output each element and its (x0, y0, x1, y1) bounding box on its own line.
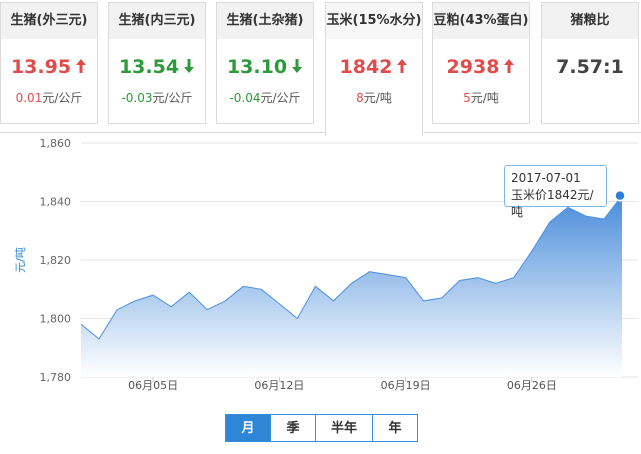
data-point (205, 308, 209, 312)
data-point (115, 308, 119, 312)
tooltip-text: 玉米价1842元/吨 (511, 188, 594, 219)
x-tick-label: 06月26日 (507, 379, 557, 392)
price-value: 13.10 (226, 56, 288, 78)
card-title: 生猪(土杂猪) (217, 3, 313, 39)
change-value: 5 (463, 91, 471, 105)
data-point (494, 281, 498, 285)
card-title: 猪粮比 (542, 3, 638, 39)
data-point (259, 287, 263, 291)
x-tick-label: 06月05日 (128, 379, 178, 392)
data-point (313, 284, 317, 288)
change-unit: 元/公斤 (42, 91, 83, 105)
card-value: 13.95 (1, 55, 97, 79)
card-change: -0.04元/公斤 (217, 89, 313, 106)
tab-quarter[interactable]: 季 (270, 414, 316, 442)
data-point (422, 299, 426, 303)
arrow-up-icon (76, 59, 87, 73)
data-point (223, 299, 227, 303)
data-point (133, 299, 137, 303)
card-hog-grain-ratio[interactable]: 猪粮比 7.57:1 (541, 2, 639, 124)
card-hog-external[interactable]: 生猪(外三元) 13.95 0.01元/公斤 (0, 2, 98, 124)
card-value: 7.57:1 (542, 55, 638, 79)
price-value: 13.95 (10, 56, 72, 78)
arrow-up-icon (397, 59, 408, 73)
price-value: 7.57:1 (556, 56, 624, 78)
card-soymeal[interactable]: 豆粕(43%蛋白) 2938 5元/吨 (432, 2, 530, 124)
change-unit: 元/吨 (470, 91, 499, 105)
data-point (187, 290, 191, 294)
y-tick-label: 1,840 (40, 196, 72, 209)
arrow-down-icon (292, 59, 303, 73)
data-point (350, 281, 354, 285)
data-point (602, 217, 606, 221)
card-value: 13.54 (109, 55, 205, 79)
card-title: 生猪(外三元) (1, 3, 97, 39)
data-point (295, 317, 299, 321)
y-tick-label: 1,800 (40, 313, 72, 326)
change-value: 0.01 (15, 91, 43, 105)
card-change: 8元/吨 (326, 89, 422, 106)
change-unit: 元/公斤 (260, 91, 301, 105)
data-point (331, 299, 335, 303)
y-tick-label: 1,780 (40, 371, 72, 384)
arrow-down-icon (184, 59, 195, 73)
card-change: -0.03元/公斤 (109, 89, 205, 106)
card-title: 生猪(内三元) (109, 3, 205, 39)
data-point (368, 270, 372, 274)
arrow-up-icon (504, 59, 515, 73)
data-point (241, 284, 245, 288)
chart-tooltip: 2017-07-01 玉米价1842元/吨 (504, 165, 607, 219)
tab-year[interactable]: 年 (372, 414, 418, 442)
change-value: -0.04 (229, 91, 261, 105)
data-point (458, 278, 462, 282)
card-hog-local[interactable]: 生猪(土杂猪) 13.10 -0.04元/公斤 (216, 2, 314, 124)
card-change: 5元/吨 (433, 89, 529, 106)
data-point (440, 296, 444, 300)
y-tick-label: 1,820 (40, 254, 72, 267)
data-point (512, 276, 516, 280)
card-value: 1842 (326, 55, 422, 79)
card-title: 玉米(15%水分) (326, 3, 422, 39)
data-point (169, 305, 173, 309)
change-unit: 元/吨 (363, 91, 392, 105)
card-corn[interactable]: 玉米(15%水分) 1842 8元/吨 (325, 2, 423, 136)
card-title: 豆粕(43%蛋白) (433, 3, 529, 39)
data-point (404, 276, 408, 280)
data-point (79, 322, 83, 326)
change-value: 8 (356, 91, 364, 105)
tab-half-year[interactable]: 半年 (315, 414, 373, 442)
series-area (81, 195, 622, 377)
data-point (277, 302, 281, 306)
x-tick-label: 06月19日 (381, 379, 431, 392)
y-axis-label: 元/吨 (14, 247, 27, 273)
tooltip-date: 2017-07-01 (511, 171, 581, 185)
data-point (151, 293, 155, 297)
data-point (386, 273, 390, 277)
price-cards-row: 生猪(外三元) 13.95 0.01元/公斤 生猪(内三元) 13.54 -0.… (0, 0, 641, 136)
data-point (476, 276, 480, 280)
change-unit: 元/公斤 (152, 91, 193, 105)
data-point (97, 337, 101, 341)
price-value: 1842 (339, 56, 393, 78)
card-change: 0.01元/公斤 (1, 89, 97, 106)
card-value: 13.10 (217, 55, 313, 79)
price-value: 2938 (446, 56, 500, 78)
price-value: 13.54 (118, 56, 180, 78)
tab-month[interactable]: 月 (225, 414, 271, 442)
x-tick-label: 06月12日 (254, 379, 304, 392)
y-tick-label: 1,860 (40, 137, 72, 150)
card-hog-internal[interactable]: 生猪(内三元) 13.54 -0.03元/公斤 (108, 2, 206, 124)
highlighted-point (614, 189, 626, 202)
change-value: -0.03 (121, 91, 153, 105)
period-tabs: 月 季 半年 年 (225, 414, 418, 442)
card-value: 2938 (433, 55, 529, 79)
data-point (530, 249, 534, 253)
